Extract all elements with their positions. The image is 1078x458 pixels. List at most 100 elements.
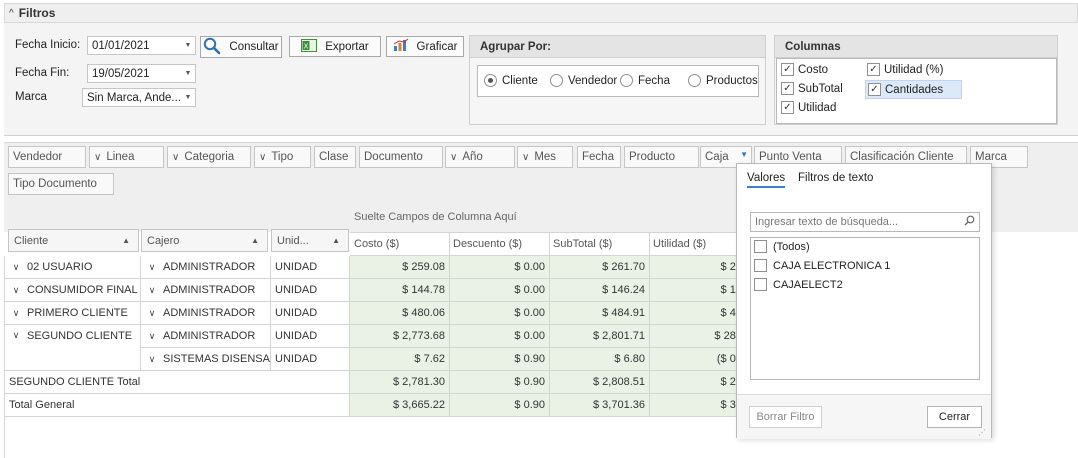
column-cantidades-checkbox[interactable]: ✓ Cantidades <box>865 80 963 99</box>
row-field-cajero[interactable]: Cajero ▲ <box>141 229 268 252</box>
magnifier-icon <box>203 37 221 58</box>
radio-label: Vendedor <box>568 74 618 87</box>
row-cliente-cell[interactable]: ∨ PRIMERO CLIENTE <box>5 302 141 325</box>
close-button[interactable]: Cerrar <box>927 406 982 428</box>
cell-utilidad: $ 2.6 <box>650 256 750 279</box>
row-cliente-cell[interactable]: ∨ SEGUNDO CLIENTE <box>5 325 141 371</box>
field-mes[interactable]: ∨ Mes <box>517 146 573 168</box>
field-label: Año <box>462 151 483 163</box>
popup-search-input[interactable]: Ingresar texto de búsqueda... <box>750 212 980 232</box>
consultar-button[interactable]: Consultar <box>200 36 282 58</box>
chart-icon <box>393 38 409 55</box>
field-label: Documento <box>364 151 423 163</box>
field-categoria[interactable]: ∨ Categoria <box>167 146 251 168</box>
chevron-down-icon[interactable]: ∨ <box>9 308 23 319</box>
field-clase[interactable]: Clase <box>314 146 356 168</box>
cell-text: ADMINISTRADOR <box>163 330 256 342</box>
list-item-todos[interactable]: (Todos) <box>754 240 810 253</box>
field-tipo-documento[interactable]: Tipo Documento <box>8 173 114 195</box>
list-item-caja-electronica-1[interactable]: CAJA ELECTRONICA 1 <box>754 259 890 272</box>
chevron-down-icon[interactable]: ∨ <box>145 308 159 319</box>
column-utilidad-checkbox[interactable]: ✓ Utilidad <box>781 101 836 114</box>
row-cajero-cell[interactable]: ∨ ADMINISTRADOR <box>141 279 271 302</box>
row-cajero-cell[interactable]: ∨ SISTEMAS DISENSA <box>141 348 271 371</box>
field-label: Punto Venta <box>759 151 822 163</box>
cell-descuento: $ 0.90 <box>450 348 550 371</box>
field-label: Clase <box>319 151 349 163</box>
header-subtotal[interactable]: SubTotal ($) <box>550 232 650 256</box>
exportar-button[interactable]: X Exportar <box>289 36 381 57</box>
row-cajero-cell[interactable]: ∨ ADMINISTRADOR <box>141 302 271 325</box>
header-descuento[interactable]: Descuento ($) <box>450 232 550 256</box>
field-producto[interactable]: Producto <box>624 146 699 168</box>
start-date-field[interactable]: 01/01/2021 ▼ <box>87 36 196 55</box>
header-utilidad[interactable]: Utilidad ($) <box>650 232 750 256</box>
chevron-down-icon[interactable]: ∨ <box>145 262 159 273</box>
field-vendedor[interactable]: Vendedor <box>8 146 86 168</box>
chevron-down-icon: ∨ <box>450 151 458 163</box>
field-anio[interactable]: ∨ Año <box>445 146 515 168</box>
cell-utilidad: $ 28.0 <box>650 325 750 348</box>
column-costo-checkbox[interactable]: ✓ Costo <box>781 63 828 76</box>
brand-select[interactable]: Sin Marca, Ande... ▼ <box>82 88 196 107</box>
chevron-down-icon[interactable]: ∨ <box>9 285 23 296</box>
graficar-button[interactable]: Graficar <box>386 36 464 57</box>
column-subtotal-checkbox[interactable]: ✓ SubTotal <box>781 82 843 95</box>
checkmark-icon: ✓ <box>781 101 794 114</box>
cell-text: CONSUMIDOR FINAL <box>27 284 138 296</box>
radio-productos[interactable]: Productos <box>688 74 758 87</box>
row-cajero-cell[interactable]: ∨ ADMINISTRADOR <box>141 325 271 348</box>
dropdown-arrow-icon[interactable]: ▼ <box>181 42 195 49</box>
cell-subtotal: $ 2,808.51 <box>550 371 650 394</box>
chevron-down-icon[interactable]: ∨ <box>9 330 23 341</box>
field-linea[interactable]: ∨ Linea <box>89 146 164 168</box>
row-unidad-cell: UNIDAD <box>271 279 350 302</box>
radio-fecha[interactable]: Fecha <box>620 74 670 87</box>
start-date-value: 01/01/2021 <box>92 39 150 52</box>
list-item-label: (Todos) <box>773 240 810 253</box>
cell-utilidad: $ 27. <box>650 371 750 394</box>
tab-valores[interactable]: Valores <box>747 172 786 188</box>
tab-filtros-texto[interactable]: Filtros de texto <box>798 172 873 184</box>
filters-header[interactable]: ^ Filtros <box>4 3 1078 23</box>
field-documento[interactable]: Documento <box>359 146 443 168</box>
list-item-cajaelect2[interactable]: CAJAELECT2 <box>754 278 843 291</box>
field-fecha[interactable]: Fecha <box>577 146 621 168</box>
cell-utilidad: ($ 0.8 <box>650 348 750 371</box>
filter-funnel-icon[interactable]: ▼ <box>740 150 748 159</box>
chevron-down-icon[interactable]: ∨ <box>9 262 23 273</box>
row-field-unidad[interactable]: Unid... ▲ <box>271 229 349 252</box>
checkbox-icon <box>754 278 767 291</box>
header-label: Unid... <box>277 234 309 247</box>
end-date-field[interactable]: 19/05/2021 ▼ <box>87 64 196 83</box>
radio-cliente[interactable]: Cliente <box>484 74 538 87</box>
row-unidad-cell: UNIDAD <box>271 348 350 371</box>
sort-asc-icon: ▲ <box>251 236 259 245</box>
cell-costo: $ 3,665.22 <box>350 394 450 417</box>
row-cliente-cell[interactable]: ∨ 02 USUARIO <box>5 256 141 279</box>
collapse-chevron-icon[interactable]: ^ <box>9 8 14 19</box>
resize-grip-icon[interactable]: ⋰ <box>978 428 986 437</box>
clear-filter-button[interactable]: Borrar Filtro <box>749 406 822 428</box>
row-cliente-cell[interactable]: ∨ CONSUMIDOR FINAL <box>5 279 141 302</box>
group-by-box: Agrupar Por: Cliente Vendedor Fecha Prod… <box>469 35 766 125</box>
column-utilidad-pct-checkbox[interactable]: ✓ Utilidad (%) <box>867 63 943 76</box>
row-cajero-cell[interactable]: ∨ ADMINISTRADOR <box>141 256 271 279</box>
chevron-down-icon[interactable]: ∨ <box>145 285 159 296</box>
cell-subtotal: $ 2,801.71 <box>550 325 650 348</box>
header-costo[interactable]: Costo ($) <box>350 232 450 256</box>
radio-vendedor[interactable]: Vendedor <box>550 74 617 87</box>
dropdown-arrow-icon[interactable]: ▼ <box>181 94 195 101</box>
chevron-down-icon[interactable]: ∨ <box>145 331 159 342</box>
chevron-down-icon: ∨ <box>259 151 267 163</box>
checkbox-label: Utilidad <box>798 101 837 114</box>
chevron-down-icon[interactable]: ∨ <box>145 354 159 365</box>
cell-costo: $ 259.08 <box>350 256 450 279</box>
field-label: Fecha <box>582 151 614 163</box>
dropdown-arrow-icon[interactable]: ▼ <box>181 70 195 77</box>
field-tipo[interactable]: ∨ Tipo <box>254 146 311 168</box>
row-field-cliente[interactable]: Cliente ▲ <box>8 229 139 252</box>
field-label: Tipo Documento <box>13 178 97 190</box>
cell-costo: $ 144.78 <box>350 279 450 302</box>
columns-box: Columnas ✓ Costo ✓ SubTotal ✓ Utilidad ✓… <box>774 35 1058 125</box>
